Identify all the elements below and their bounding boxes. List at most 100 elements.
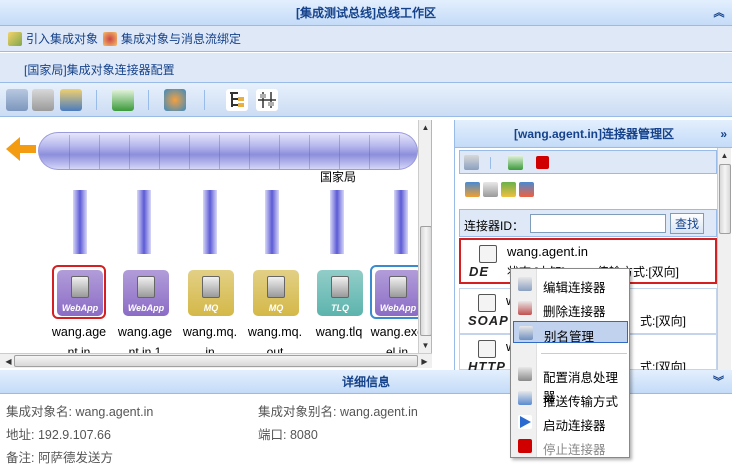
integration-object-node[interactable]: MQ <box>183 265 237 319</box>
collapse-right-icon[interactable]: » <box>720 120 727 148</box>
canvas-horizontal-scrollbar[interactable]: ◀ ▶ <box>0 353 432 368</box>
align-layout-icon[interactable] <box>256 89 278 111</box>
remove-connector-icon[interactable] <box>32 89 54 111</box>
connector-name: wang.agent.in <box>507 244 588 259</box>
context-menu-item[interactable]: 配置消息处理器 <box>513 363 628 404</box>
scroll-up-icon[interactable]: ▲ <box>718 149 731 162</box>
view-icon[interactable] <box>164 89 186 111</box>
context-menu-label: 启动连接器 <box>543 419 606 433</box>
object-name-label: 集成对象名: <box>6 405 72 419</box>
toolbar-separator <box>148 90 149 110</box>
integration-object-node[interactable]: WebApp <box>370 265 424 319</box>
alias-label: 集成对象别名: <box>258 405 337 419</box>
connector-icon[interactable] <box>464 155 479 170</box>
soap-connector-icon: SOAP <box>468 293 508 329</box>
bind-flow-label: 集成对象与消息流绑定 <box>121 32 242 46</box>
object-name-row: 集成对象名: wang.agent.in <box>6 401 153 420</box>
node-label: wang.age <box>117 325 173 339</box>
window-title: [集成测试总线]总线工作区 <box>296 6 436 20</box>
context-menu-item: 停止连接器 <box>513 435 628 457</box>
connector-panel-header: [wang.agent.in]连接器管理区 » <box>455 120 732 148</box>
canvas-vertical-scrollbar[interactable]: ▲ ▼ <box>418 120 431 353</box>
stop-icon[interactable] <box>536 156 549 169</box>
context-menu-separator <box>541 353 627 354</box>
context-menu-item[interactable]: 编辑连接器 <box>513 273 628 295</box>
server-icon <box>389 276 407 298</box>
bind-flow-menu[interactable]: 集成对象与消息流绑定 <box>103 26 241 52</box>
bus-arrow-shaft <box>18 145 36 153</box>
integration-object-node[interactable]: WebApp <box>52 265 106 319</box>
node-icon: WebApp <box>123 270 169 316</box>
remark-row: 备注: 阿萨德发送方 <box>6 447 113 466</box>
node-type-tag: MQ <box>268 303 284 313</box>
left-arrow-icon <box>6 137 20 161</box>
node-pipe <box>203 190 217 254</box>
context-menu-item[interactable]: 推送传输方式 <box>513 387 628 409</box>
scroll-up-icon[interactable]: ▲ <box>419 121 431 134</box>
refresh-icon[interactable] <box>508 155 523 170</box>
scroll-thumb[interactable] <box>420 226 431 336</box>
export-doc-icon[interactable] <box>519 182 534 197</box>
de-connector-icon: DE <box>469 244 503 280</box>
window-title-bar: [集成测试总线]总线工作区 ︽ <box>0 0 732 26</box>
context-menu-label: 编辑连接器 <box>543 281 606 295</box>
server-icon <box>137 276 155 298</box>
sub-bar: [国家局]集成对象连接器配置 <box>0 53 732 83</box>
node-icon: WebApp <box>57 270 103 316</box>
server-icon <box>71 276 89 298</box>
import-object-label: 引入集成对象 <box>26 32 99 46</box>
address-value: 192.9.107.66 <box>37 428 111 442</box>
integration-object-node[interactable]: TLQ <box>312 265 366 319</box>
collapse-down-icon[interactable]: ︾ <box>713 370 724 394</box>
toolbar-separator <box>96 90 97 110</box>
scroll-right-icon[interactable]: ▶ <box>418 355 431 368</box>
export-icon[interactable] <box>60 89 82 111</box>
node-label: wang.mq. <box>247 325 303 339</box>
connector-icon-text: SOAP <box>468 313 509 328</box>
tree-layout-icon[interactable] <box>226 89 248 111</box>
node-type-tag: WebApp <box>127 303 165 313</box>
push-icon <box>518 391 532 405</box>
connector-mode: 式:[双向] <box>640 314 687 328</box>
alias-icon <box>519 326 533 340</box>
refresh-icon[interactable] <box>112 89 134 111</box>
node-pipe <box>394 190 408 254</box>
hscroll-thumb[interactable] <box>14 355 418 367</box>
node-label: wang.age <box>51 325 107 339</box>
connector-id-input[interactable] <box>530 214 666 233</box>
node-pipe <box>330 190 344 254</box>
scroll-thumb[interactable] <box>719 164 731 234</box>
stop-icon <box>518 439 532 453</box>
integration-object-node[interactable]: WebApp <box>118 265 172 319</box>
node-icon: WebApp <box>375 270 421 316</box>
context-menu-item[interactable]: 启动连接器 <box>513 411 628 433</box>
import-doc-icon[interactable] <box>501 182 516 197</box>
context-menu-item[interactable]: 别名管理 <box>513 321 628 344</box>
search-doc-icon[interactable] <box>483 182 498 197</box>
node-label-overflow: in <box>205 345 215 353</box>
node-icon: MQ <box>253 270 299 316</box>
object-name-value: wang.agent.in <box>75 405 154 419</box>
toolbar-separator <box>204 90 205 110</box>
search-button[interactable]: 查找 <box>670 213 704 234</box>
integration-object-node[interactable]: MQ <box>248 265 302 319</box>
scroll-down-icon[interactable]: ▼ <box>419 339 431 352</box>
port-row: 端口: 8080 <box>258 424 318 443</box>
context-menu-item[interactable]: 删除连接器 <box>513 297 628 319</box>
sub-bar-label: [国家局]集成对象连接器配置 <box>24 63 175 77</box>
connector-toolbar-2 <box>459 176 717 206</box>
collapse-up-icon[interactable]: ︽ <box>712 0 726 26</box>
node-label-overflow: nt.in <box>67 345 91 353</box>
bus-pipe[interactable] <box>38 132 418 170</box>
connector-list-scrollbar[interactable]: ▲ <box>717 148 731 370</box>
menu-bar: 引入集成对象 集成对象与消息流绑定 <box>0 26 732 52</box>
port-value: 8080 <box>289 428 318 442</box>
context-menu-label: 删除连接器 <box>543 305 606 319</box>
monitor-icon[interactable] <box>465 182 480 197</box>
detail-title: 详细信息 <box>341 375 390 389</box>
import-object-menu[interactable]: 引入集成对象 <box>8 26 98 52</box>
node-icon: TLQ <box>317 270 363 316</box>
context-menu: 编辑连接器删除连接器别名管理配置消息处理器 推送传输方式启动连接器停止连接器 <box>510 268 630 458</box>
add-connector-icon[interactable] <box>6 89 28 111</box>
connector-toolbar-1 <box>459 150 717 174</box>
